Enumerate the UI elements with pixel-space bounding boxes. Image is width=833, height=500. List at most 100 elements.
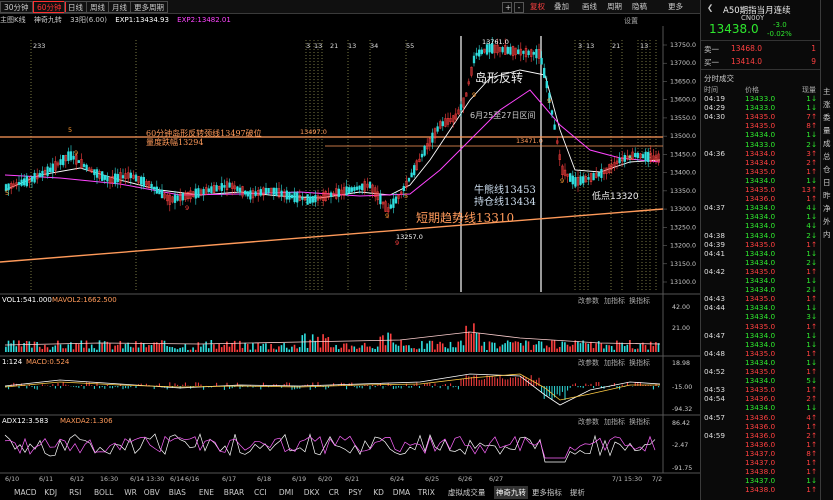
candle-body xyxy=(173,194,177,203)
volume-bar xyxy=(265,343,267,352)
volume-bar xyxy=(83,347,85,352)
adx-params-button[interactable]: 改参数 xyxy=(578,417,599,427)
volume-bar xyxy=(491,342,493,352)
fib-count: 13 xyxy=(640,42,648,50)
volume-bar xyxy=(150,345,153,352)
tab-daily[interactable]: 日线 xyxy=(64,1,87,13)
trade-volume: 1↑ xyxy=(806,485,817,495)
volume-bar xyxy=(535,344,538,352)
price-13257: 13257.0 xyxy=(396,233,423,241)
indicator-tab[interactable]: DMA xyxy=(393,486,410,499)
kline-chart[interactable]: 233 3 13 21 13 34 55 3 13 21 13 59959995599 岛形反转 6… xyxy=(0,14,700,500)
indicator-tab[interactable]: TRIX xyxy=(418,486,435,499)
volume-bar xyxy=(530,349,532,352)
volume-bar xyxy=(467,331,470,352)
volume-bar xyxy=(41,348,44,352)
overlay-button[interactable]: 叠加 xyxy=(552,2,571,13)
volume-bar xyxy=(579,343,582,352)
date-tick: 6/27 xyxy=(489,476,503,483)
volume-bar xyxy=(20,346,23,352)
candle-body xyxy=(348,187,351,194)
vol-add-indicator-button[interactable]: 加指标 xyxy=(604,296,625,306)
more-button[interactable]: 更多 xyxy=(666,2,685,13)
candle-body xyxy=(600,168,603,178)
indicator-tab[interactable]: PSY xyxy=(348,486,362,499)
volume-bar xyxy=(57,340,59,352)
volume-bar xyxy=(636,348,639,352)
trade-ticks-title[interactable]: 分时成交 xyxy=(704,73,734,84)
indicator-tab[interactable]: 更多指标 xyxy=(532,486,562,499)
volume-bar xyxy=(15,346,18,352)
draw-button[interactable]: 画线 xyxy=(580,2,599,13)
indicator-tab[interactable]: 提析 xyxy=(570,486,585,499)
volume-bar xyxy=(452,347,454,352)
candle-body xyxy=(436,126,439,132)
back-arrow-icon[interactable]: ❮ xyxy=(707,3,713,12)
indicator-tab[interactable]: KD xyxy=(373,486,384,499)
tab-30min[interactable]: 30分钟 xyxy=(0,1,33,13)
tab-60min[interactable]: 60分钟 xyxy=(33,1,66,13)
indicator-tab[interactable]: MACD xyxy=(14,486,36,499)
zoom-in-button[interactable]: + xyxy=(502,2,512,13)
adjust-button[interactable]: 复权 xyxy=(528,2,547,13)
indicator-tab[interactable]: 虚拟成交量 xyxy=(448,486,486,499)
candle-body xyxy=(17,182,21,185)
adx-add-indicator-button[interactable]: 加指标 xyxy=(604,417,625,427)
volume-bar xyxy=(634,349,636,352)
indicator-tab[interactable]: OBV xyxy=(144,486,160,499)
cycle-button[interactable]: 周期 xyxy=(605,2,624,13)
indicator-tab[interactable]: DKX xyxy=(304,486,320,499)
indicator-tab[interactable]: ENE xyxy=(199,486,214,499)
candle-body xyxy=(641,154,645,159)
indicator-tab[interactable]: CR xyxy=(329,486,339,499)
zoom-out-button[interactable]: - xyxy=(514,2,524,13)
price-pct: -0.02% xyxy=(767,30,792,38)
candle-body xyxy=(280,190,283,197)
volume-bar xyxy=(67,344,70,352)
volume-bar xyxy=(218,343,220,352)
indicator-tab[interactable]: WR xyxy=(124,486,137,499)
indicator-tab[interactable]: BRAR xyxy=(224,486,244,499)
indicator-tab[interactable]: BIAS xyxy=(169,486,186,499)
macd-dif-line xyxy=(4,373,661,406)
volume-bar xyxy=(353,346,356,352)
volume-bar xyxy=(595,343,597,352)
date-tick: 6/26 xyxy=(458,476,472,483)
macd-params-button[interactable]: 改参数 xyxy=(578,358,599,368)
vol-switch-indicator-button[interactable]: 换指标 xyxy=(629,296,650,306)
trade-list[interactable]: 04:19 13433.0 1↓ 04:29 13433.0 1↓ 04:30 13435.0… xyxy=(701,94,821,500)
fib-count: 55 xyxy=(406,42,414,50)
adx-graph xyxy=(4,433,656,463)
indicator-tab[interactable]: CCI xyxy=(254,486,267,499)
indicator-tab[interactable]: RSI xyxy=(69,486,81,499)
candle-body xyxy=(215,185,218,192)
candle-body xyxy=(207,188,210,193)
macd-add-indicator-button[interactable]: 加指标 xyxy=(604,358,625,368)
candle-body xyxy=(472,55,476,64)
indicator-tab[interactable]: BOLL xyxy=(94,486,113,499)
indicator-tab[interactable]: 神奇九转 xyxy=(493,486,528,499)
candle-body xyxy=(25,175,28,187)
volume-bar xyxy=(603,348,605,352)
volume-bar xyxy=(652,346,655,352)
tab-weekly[interactable]: 周线 xyxy=(86,1,109,13)
macd-switch-indicator-button[interactable]: 换指标 xyxy=(629,358,650,368)
candle-body xyxy=(142,177,145,187)
tab-more-periods[interactable]: 更多周期 xyxy=(130,1,168,13)
vol-params-button[interactable]: 改参数 xyxy=(578,296,599,306)
volume-bar xyxy=(517,341,519,352)
indicator-tab[interactable]: DMI xyxy=(279,486,293,499)
volume-bar xyxy=(116,344,119,352)
fib-count: 21 xyxy=(330,42,338,50)
candle-body xyxy=(355,186,359,190)
tab-monthly[interactable]: 月线 xyxy=(108,1,131,13)
volume-bar xyxy=(254,349,257,352)
adx-switch-indicator-button[interactable]: 换指标 xyxy=(629,417,650,427)
candle-body xyxy=(413,165,416,176)
indicator-tab[interactable]: KDJ xyxy=(44,486,57,499)
volume-bar xyxy=(584,342,587,352)
fib-count: 21 xyxy=(612,42,620,50)
candle-body xyxy=(644,151,647,162)
volume-bar xyxy=(31,347,33,352)
hide-button[interactable]: 隐稿 xyxy=(630,2,649,13)
